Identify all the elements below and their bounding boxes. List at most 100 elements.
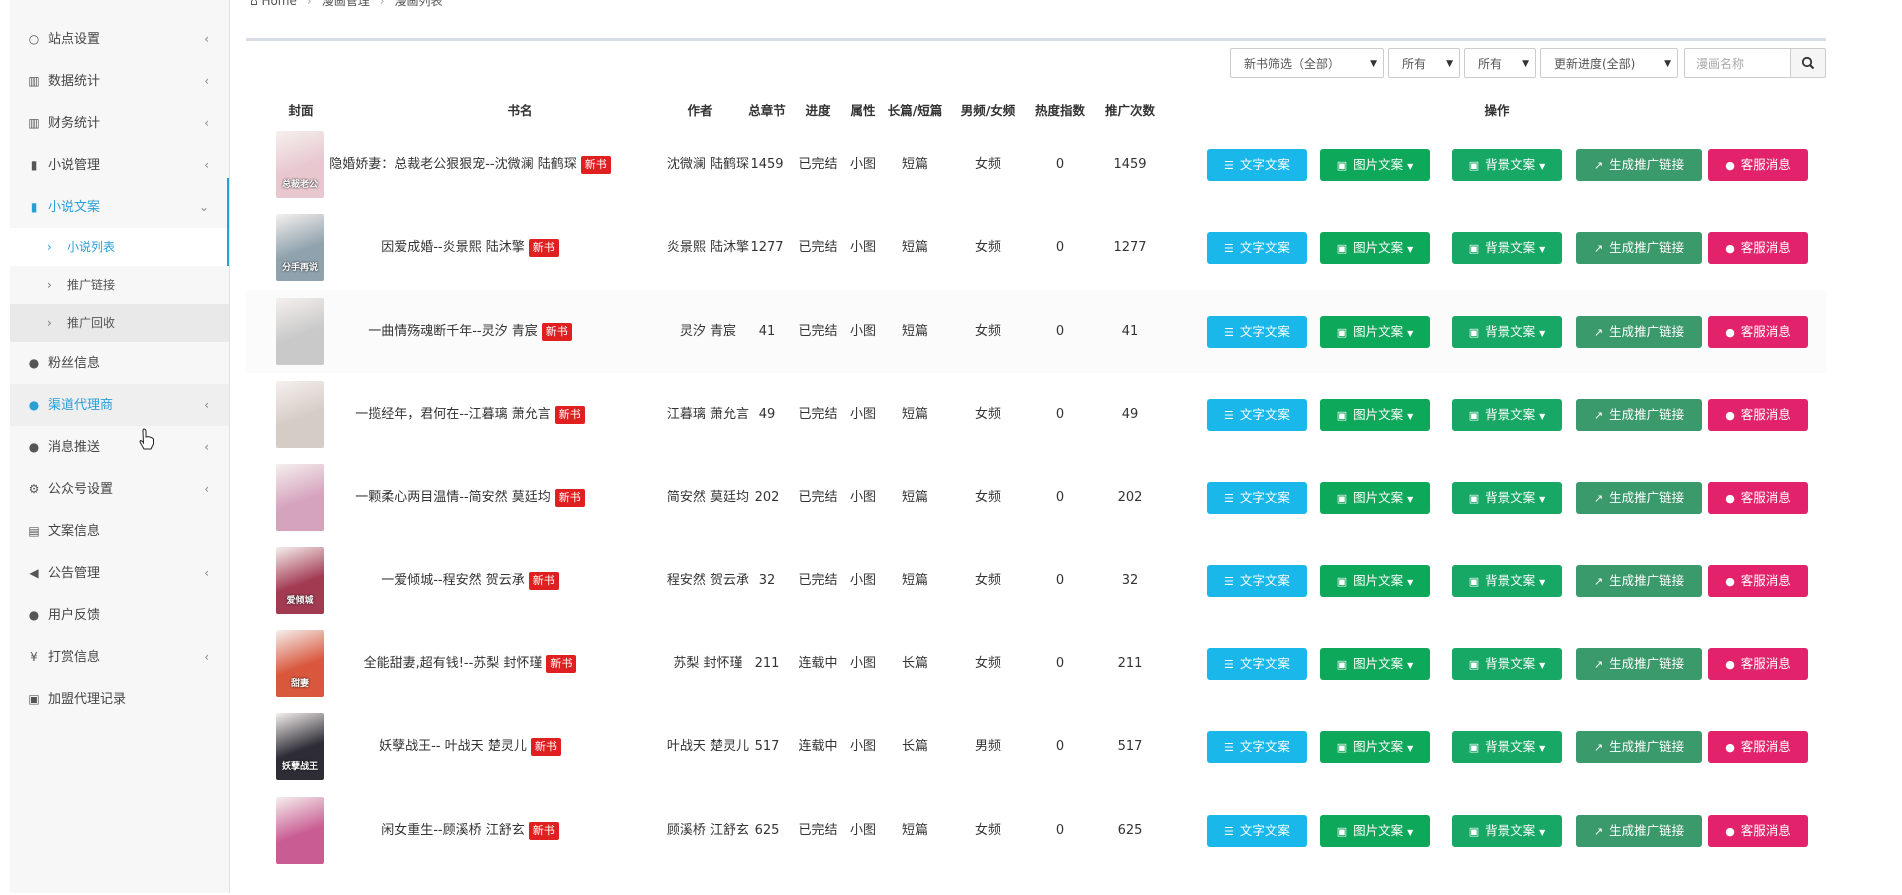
sidebar-item-site-settings[interactable]: ○ 站点设置 ‹	[10, 18, 229, 60]
sidebar-item-official-account[interactable]: ⚙ 公众号设置 ‹	[10, 468, 229, 510]
promo-count-cell: 32	[1121, 573, 1139, 588]
background-copy-dropdown-button[interactable]: ▣ 背景文案 ▼	[1452, 731, 1562, 763]
sidebar-item-data-stats[interactable]: ▥ 数据统计 ‹	[10, 60, 229, 102]
book-title-cell: 隐婚娇妻：总裁老公狠狠宠--沈微澜 陆鹤琛 新书	[310, 123, 630, 206]
book-title[interactable]: 一曲情殇魂断千年--灵汐 青宸	[368, 324, 538, 339]
book-title[interactable]: 妖孽战王-- 叶战天 楚灵儿	[379, 739, 527, 754]
book-title[interactable]: 因爱成婚--炎景熙 陆沐擎	[381, 240, 525, 255]
background-copy-dropdown-button[interactable]: ▣ 背景文案 ▼	[1452, 232, 1562, 264]
new-book-filter-select[interactable]: 新书筛选（全部） ▼	[1230, 48, 1384, 78]
customer-message-button[interactable]: ● 客服消息	[1708, 731, 1808, 763]
image-copy-dropdown-button[interactable]: ▣ 图片文案 ▼	[1320, 482, 1430, 514]
background-copy-dropdown-button[interactable]: ▣ 背景文案 ▼	[1452, 149, 1562, 181]
image-copy-dropdown-button[interactable]: ▣ 图片文案 ▼	[1320, 815, 1430, 847]
text-copy-button[interactable]: ☰ 文字文案	[1207, 482, 1307, 514]
generate-promo-link-button[interactable]: ↗ 生成推广链接	[1576, 648, 1702, 680]
customer-message-button[interactable]: ● 客服消息	[1708, 482, 1808, 514]
chat-bubble-icon: ●	[1725, 409, 1735, 422]
search-button[interactable]	[1790, 48, 1826, 78]
text-copy-button[interactable]: ☰ 文字文案	[1207, 731, 1307, 763]
book-title[interactable]: 全能甜妻,超有钱!--苏梨 封怀瑾	[364, 656, 543, 671]
sidebar-item-copy-info[interactable]: ▤ 文案信息	[10, 510, 229, 552]
button-label: 文字文案	[1239, 656, 1290, 671]
sidebar-item-novel-management[interactable]: ▮ 小说管理 ‹	[10, 144, 229, 186]
progress-cell: 已完结	[798, 157, 838, 172]
text-copy-button[interactable]: ☰ 文字文案	[1207, 648, 1307, 680]
book-title[interactable]: 闲女重生--顾溪桥 江舒玄	[381, 823, 525, 838]
sidebar-item-tips[interactable]: ¥ 打赏信息 ‹	[10, 636, 229, 678]
text-copy-button[interactable]: ☰ 文字文案	[1207, 316, 1307, 348]
image-copy-dropdown-button[interactable]: ▣ 图片文案 ▼	[1320, 731, 1430, 763]
progress-filter-select[interactable]: 更新进度(全部) ▼	[1540, 48, 1678, 78]
header-attribute: 属性	[850, 103, 876, 118]
background-copy-dropdown-button[interactable]: ▣ 背景文案 ▼	[1452, 648, 1562, 680]
header-progress: 进度	[805, 103, 831, 118]
attribute-filter-select[interactable]: 所有 ▼	[1388, 48, 1460, 78]
heat-cell: 0	[1055, 490, 1065, 505]
background-copy-dropdown-button[interactable]: ▣ 背景文案 ▼	[1452, 815, 1562, 847]
customer-message-button[interactable]: ● 客服消息	[1708, 565, 1808, 597]
generate-promo-link-button[interactable]: ↗ 生成推广链接	[1576, 316, 1702, 348]
generate-promo-link-button[interactable]: ↗ 生成推广链接	[1576, 149, 1702, 181]
book-title[interactable]: 一颗柔心两目温情--简安然 莫廷均	[355, 490, 551, 505]
sidebar-item-franchise-records[interactable]: ▣ 加盟代理记录	[10, 678, 229, 720]
sidebar-item-novel-copy[interactable]: ▮ 小说文案 ⌄	[10, 186, 229, 228]
header-title: 书名	[507, 103, 533, 118]
generate-promo-link-button[interactable]: ↗ 生成推广链接	[1576, 399, 1702, 431]
customer-message-button[interactable]: ● 客服消息	[1708, 316, 1808, 348]
book-title[interactable]: 隐婚娇妻：总裁老公狠狠宠--沈微澜 陆鹤琛	[329, 157, 577, 172]
yen-icon: ¥	[30, 650, 38, 664]
sidebar-item-channel-agents[interactable]: ● 渠道代理商 ‹	[10, 384, 229, 426]
text-copy-button[interactable]: ☰ 文字文案	[1207, 565, 1307, 597]
text-copy-button[interactable]: ☰ 文字文案	[1207, 399, 1307, 431]
breadcrumb-level-1[interactable]: 漫画管理	[322, 0, 370, 8]
background-copy-dropdown-button[interactable]: ▣ 背景文案 ▼	[1452, 565, 1562, 597]
chevron-left-icon: ‹	[204, 650, 209, 664]
sidebar-item-fans[interactable]: ● 粉丝信息	[10, 342, 229, 384]
background-copy-dropdown-button[interactable]: ▣ 背景文案 ▼	[1452, 399, 1562, 431]
text-copy-button[interactable]: ☰ 文字文案	[1207, 815, 1307, 847]
book-title[interactable]: 一爱倾城--程安然 贺云承	[381, 573, 525, 588]
sidebar-item-feedback[interactable]: ● 用户反馈	[10, 594, 229, 636]
sidebar-subitem-novel-list[interactable]: › 小说列表	[10, 228, 229, 266]
customer-message-button[interactable]: ● 客服消息	[1708, 815, 1808, 847]
generate-promo-link-button[interactable]: ↗ 生成推广链接	[1576, 565, 1702, 597]
sidebar-subitem-promo-links[interactable]: › 推广链接	[10, 266, 229, 304]
chapters-cell: 1277	[750, 240, 784, 255]
image-copy-dropdown-button[interactable]: ▣ 图片文案 ▼	[1320, 565, 1430, 597]
new-book-badge: 新书	[554, 488, 585, 507]
book-title[interactable]: 一揽经年，君何在--江暮璃 萧允言	[355, 407, 551, 422]
share-icon: ↗	[1593, 326, 1604, 339]
generate-promo-link-button[interactable]: ↗ 生成推广链接	[1576, 731, 1702, 763]
generate-promo-link-button[interactable]: ↗ 生成推广链接	[1576, 815, 1702, 847]
book-title-cell: 全能甜妻,超有钱!--苏梨 封怀瑾 新书	[310, 622, 630, 705]
text-copy-button[interactable]: ☰ 文字文案	[1207, 149, 1307, 181]
image-copy-dropdown-button[interactable]: ▣ 图片文案 ▼	[1320, 316, 1430, 348]
button-label: 客服消息	[1740, 407, 1791, 422]
text-copy-button[interactable]: ☰ 文字文案	[1207, 232, 1307, 264]
search-input[interactable]: 漫画名称	[1684, 48, 1790, 78]
customer-message-button[interactable]: ● 客服消息	[1708, 399, 1808, 431]
background-copy-dropdown-button[interactable]: ▣ 背景文案 ▼	[1452, 482, 1562, 514]
select-value: 所有	[1402, 57, 1427, 71]
sidebar-item-finance-stats[interactable]: ▥ 财务统计 ‹	[10, 102, 229, 144]
sidebar-item-label: 公告管理	[48, 566, 101, 581]
gender-cell: 女频	[974, 573, 1001, 588]
background-copy-dropdown-button[interactable]: ▣ 背景文案 ▼	[1452, 316, 1562, 348]
breadcrumb-home[interactable]: Home	[261, 0, 296, 8]
length-filter-select[interactable]: 所有 ▼	[1464, 48, 1536, 78]
customer-message-button[interactable]: ● 客服消息	[1708, 648, 1808, 680]
customer-message-button[interactable]: ● 客服消息	[1708, 149, 1808, 181]
heat-cell: 0	[1055, 157, 1065, 172]
sidebar-item-message-push[interactable]: ● 消息推送 ‹	[10, 426, 229, 468]
customer-message-button[interactable]: ● 客服消息	[1708, 232, 1808, 264]
generate-promo-link-button[interactable]: ↗ 生成推广链接	[1576, 232, 1702, 264]
image-copy-dropdown-button[interactable]: ▣ 图片文案 ▼	[1320, 232, 1430, 264]
sidebar-item-announcements[interactable]: ◀ 公告管理 ‹	[10, 552, 229, 594]
image-copy-dropdown-button[interactable]: ▣ 图片文案 ▼	[1320, 648, 1430, 680]
image-copy-dropdown-button[interactable]: ▣ 图片文案 ▼	[1320, 399, 1430, 431]
image-copy-dropdown-button[interactable]: ▣ 图片文案 ▼	[1320, 149, 1430, 181]
generate-promo-link-button[interactable]: ↗ 生成推广链接	[1576, 482, 1702, 514]
sidebar-subitem-promo-recycle[interactable]: › 推广回收	[10, 304, 229, 342]
share-icon: ↗	[1593, 492, 1604, 505]
